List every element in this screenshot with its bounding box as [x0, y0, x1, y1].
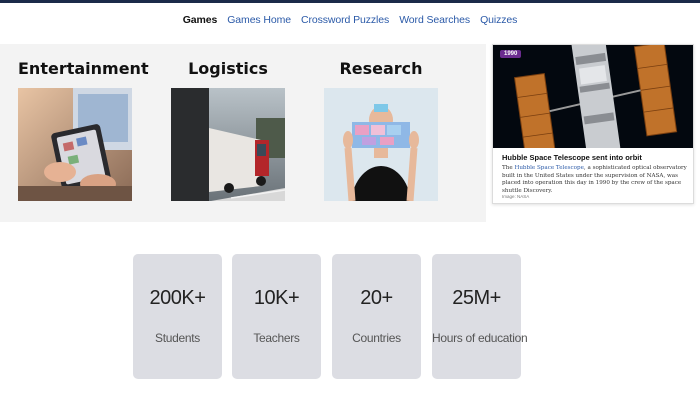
stat-label: Countries: [352, 331, 401, 345]
stat-value: 200K+: [149, 287, 206, 309]
logistics-image[interactable]: [171, 88, 285, 201]
nav-crossword-puzzles[interactable]: Crossword Puzzles: [301, 14, 389, 26]
entertainment-image[interactable]: [18, 88, 132, 201]
stat-value: 20+: [360, 287, 393, 309]
feature-card[interactable]: 1990 Hubble Space Telescope sent into or…: [492, 44, 694, 204]
stat-card-hours: 25M+ Hours of education: [432, 254, 528, 379]
category-title: Research: [339, 59, 423, 78]
stat-label: Teachers: [253, 331, 300, 345]
stat-label: Students: [155, 331, 200, 345]
nav-word-searches[interactable]: Word Searches: [399, 14, 470, 26]
feature-title[interactable]: Hubble Space Telescope sent into orbit: [502, 153, 642, 162]
stat-label: Hours of education: [432, 331, 528, 345]
stat-card-teachers: 10K+ Teachers: [232, 254, 321, 379]
stat-value: 10K+: [253, 287, 300, 309]
category-logistics[interactable]: Logistics: [171, 58, 285, 201]
research-image[interactable]: [324, 88, 438, 201]
hubble-telescope-image[interactable]: 1990: [493, 45, 693, 148]
stat-card-countries: 20+ Countries: [332, 254, 421, 379]
category-research[interactable]: Research: [324, 58, 438, 201]
description-text: The: [502, 165, 515, 171]
hubble-link[interactable]: Hubble Space Telescope: [514, 165, 583, 171]
image-credit: Image: NASA: [502, 194, 530, 199]
category-title: Entertainment: [18, 59, 149, 78]
nav-games-home[interactable]: Games Home: [227, 14, 291, 26]
stat-card-students: 200K+ Students: [133, 254, 222, 379]
category-title: Logistics: [188, 59, 268, 78]
nav-quizzes[interactable]: Quizzes: [480, 14, 517, 26]
category-entertainment[interactable]: Entertainment: [18, 58, 149, 201]
stat-value: 25M+: [452, 287, 501, 309]
games-nav: Games Games Home Crossword Puzzles Word …: [0, 14, 700, 26]
nav-games[interactable]: Games: [183, 14, 218, 26]
top-accent-bar: [0, 0, 700, 3]
year-badge: 1990: [500, 50, 522, 58]
feature-description: The Hubble Space Telescope, a sophistica…: [502, 165, 688, 195]
